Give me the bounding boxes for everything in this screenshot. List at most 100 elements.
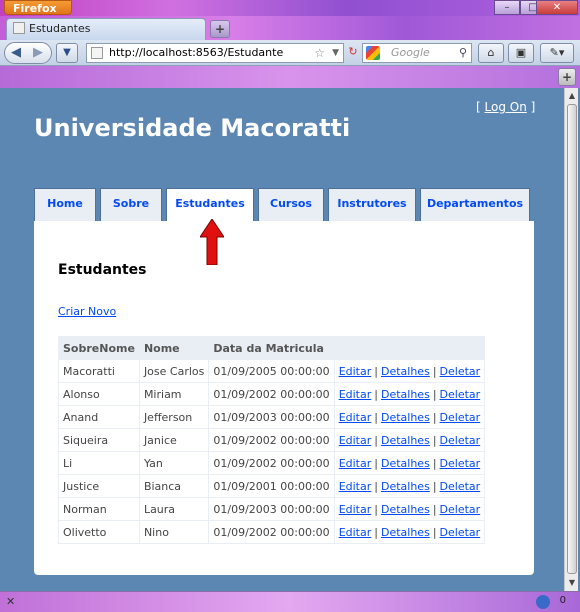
column-header <box>333 336 486 360</box>
menu-home[interactable]: Home <box>34 188 96 222</box>
history-dropdown-button[interactable]: ▼ <box>56 43 78 63</box>
details-link[interactable]: Detalhes <box>381 480 430 493</box>
cell-data-matricula: 01/09/2002 00:00:00 <box>208 451 335 475</box>
scroll-thumb[interactable] <box>567 104 577 574</box>
delete-link[interactable]: Deletar <box>440 480 481 493</box>
action-separator: | <box>432 525 437 539</box>
firefox-menu-button[interactable]: Firefox▼ <box>4 0 211 144</box>
cell-data-matricula: 01/09/2003 00:00:00 <box>208 497 335 521</box>
cell-nome: Laura <box>138 497 210 521</box>
action-separator: | <box>374 525 378 539</box>
delete-link[interactable]: Deletar <box>440 365 481 378</box>
details-link[interactable]: Detalhes <box>381 388 430 401</box>
url-dropdown-icon[interactable]: ▼ <box>332 44 339 62</box>
home-icon[interactable]: ⌂ <box>478 43 504 63</box>
delete-link[interactable]: Deletar <box>440 503 481 516</box>
close-button[interactable]: ✕ <box>536 0 578 15</box>
cell-nome: Nino <box>138 520 210 544</box>
page-icon <box>91 47 103 59</box>
edit-link[interactable]: Editar <box>339 434 372 447</box>
close-addon-bar-icon[interactable]: ✕ <box>6 595 15 608</box>
minimize-button[interactable]: – <box>494 0 520 15</box>
action-separator: | <box>374 410 378 424</box>
action-separator: | <box>374 502 378 516</box>
table-row: Macoratti Jose Carlos 01/09/2005 00:00:00 E… <box>58 359 486 383</box>
action-separator: | <box>432 456 437 470</box>
cell-actions: Editar | Detalhes | Deletar <box>333 359 486 383</box>
action-separator: | <box>374 433 378 447</box>
cell-actions: Editar | Detalhes | Deletar <box>333 474 486 498</box>
cell-data-matricula: 01/09/2001 00:00:00 <box>208 474 335 498</box>
cell-nome: Miriam <box>138 382 210 406</box>
bookmarks-icon[interactable]: ▣ <box>508 43 534 63</box>
action-separator: | <box>432 479 437 493</box>
menu-sobre[interactable]: Sobre <box>100 188 162 222</box>
edit-link[interactable]: Editar <box>339 388 372 401</box>
action-separator: | <box>374 479 378 493</box>
page-heading: Estudantes <box>58 262 147 278</box>
forward-arrow-icon[interactable]: ▶ <box>33 45 43 60</box>
action-separator: | <box>374 387 378 401</box>
edit-link[interactable]: Editar <box>339 503 372 516</box>
delete-link[interactable]: Deletar <box>440 411 481 424</box>
students-table: SobreNome Nome Data da Matricula Macorat… <box>58 336 486 544</box>
cell-sobrenome: Olivetto <box>58 520 140 544</box>
url-bar[interactable]: http://localhost:8563/Estudante ☆ ▼ <box>86 43 344 63</box>
cell-actions: Editar | Detalhes | Deletar <box>333 428 486 452</box>
delete-link[interactable]: Deletar <box>440 388 481 401</box>
cell-sobrenome: Norman <box>58 497 140 521</box>
search-bar[interactable]: Google ⚲ <box>362 43 472 63</box>
login-bracket-close: ] <box>526 100 536 114</box>
details-link[interactable]: Detalhes <box>381 434 430 447</box>
cell-sobrenome: Justice <box>58 474 140 498</box>
back-arrow-icon[interactable]: ◀ <box>11 45 21 60</box>
addons-icon[interactable]: ✎▾ <box>540 43 574 63</box>
log-on-link[interactable]: Log On <box>485 100 527 114</box>
delete-link[interactable]: Deletar <box>440 457 481 470</box>
menu-cursos[interactable]: Cursos <box>258 188 324 222</box>
tab-estudantes[interactable]: Estudantes <box>6 18 206 40</box>
edit-link[interactable]: Editar <box>339 365 372 378</box>
edit-link[interactable]: Editar <box>339 480 372 493</box>
details-link[interactable]: Detalhes <box>381 457 430 470</box>
back-forward-buttons[interactable]: ◀ ▶ <box>4 42 52 64</box>
cell-data-matricula: 01/09/2002 00:00:00 <box>208 428 335 452</box>
edit-link[interactable]: Editar <box>339 457 372 470</box>
create-new-link[interactable]: Criar Novo <box>58 305 116 318</box>
edit-link[interactable]: Editar <box>339 526 372 539</box>
menu-estudantes[interactable]: Estudantes <box>166 188 254 222</box>
details-link[interactable]: Detalhes <box>381 503 430 516</box>
edit-link[interactable]: Editar <box>339 411 372 424</box>
details-link[interactable]: Detalhes <box>381 411 430 424</box>
refresh-icon[interactable]: ↻ <box>346 43 360 63</box>
bookmark-star-icon[interactable]: ☆ <box>314 44 325 62</box>
cell-actions: Editar | Detalhes | Deletar <box>333 382 486 406</box>
url-text[interactable]: http://localhost:8563/Estudante <box>109 46 283 59</box>
site-title: Universidade Macoratti <box>34 114 351 142</box>
cell-actions: Editar | Detalhes | Deletar <box>333 405 486 429</box>
action-separator: | <box>374 364 378 378</box>
search-icon[interactable]: ⚲ <box>459 44 467 62</box>
menu-departamentos[interactable]: Departamentos <box>420 188 530 222</box>
table-row: Li Yan 01/09/2002 00:00:00 Editar | Detalhes |… <box>58 451 486 475</box>
delete-link[interactable]: Deletar <box>440 434 481 447</box>
cell-sobrenome: Anand <box>58 405 140 429</box>
scroll-up-icon[interactable]: ▲ <box>566 89 578 103</box>
window-titlebar: Firefox▼ – □ ✕ <box>0 0 580 144</box>
new-tab-button[interactable]: + <box>210 20 230 38</box>
search-placeholder: Google <box>391 46 430 59</box>
cell-actions: Editar | Detalhes | Deletar <box>333 497 486 521</box>
details-link[interactable]: Detalhes <box>381 365 430 378</box>
details-link[interactable]: Detalhes <box>381 526 430 539</box>
addon-status-icon[interactable] <box>536 595 550 609</box>
login-area: [ Log On ] <box>476 100 535 114</box>
action-separator: | <box>432 387 437 401</box>
delete-link[interactable]: Deletar <box>440 526 481 539</box>
action-separator: | <box>432 410 437 424</box>
table-row: Olivetto Nino 01/09/2002 00:00:00 Editar | De… <box>58 520 486 544</box>
tab-strip: Estudantes + <box>0 16 580 40</box>
menu-instrutores[interactable]: Instrutores <box>328 188 416 222</box>
scroll-down-icon[interactable]: ▼ <box>566 576 578 590</box>
vertical-scrollbar[interactable]: ▲ ▼ <box>564 88 578 591</box>
add-toolbar-item-button[interactable]: + <box>558 68 576 86</box>
